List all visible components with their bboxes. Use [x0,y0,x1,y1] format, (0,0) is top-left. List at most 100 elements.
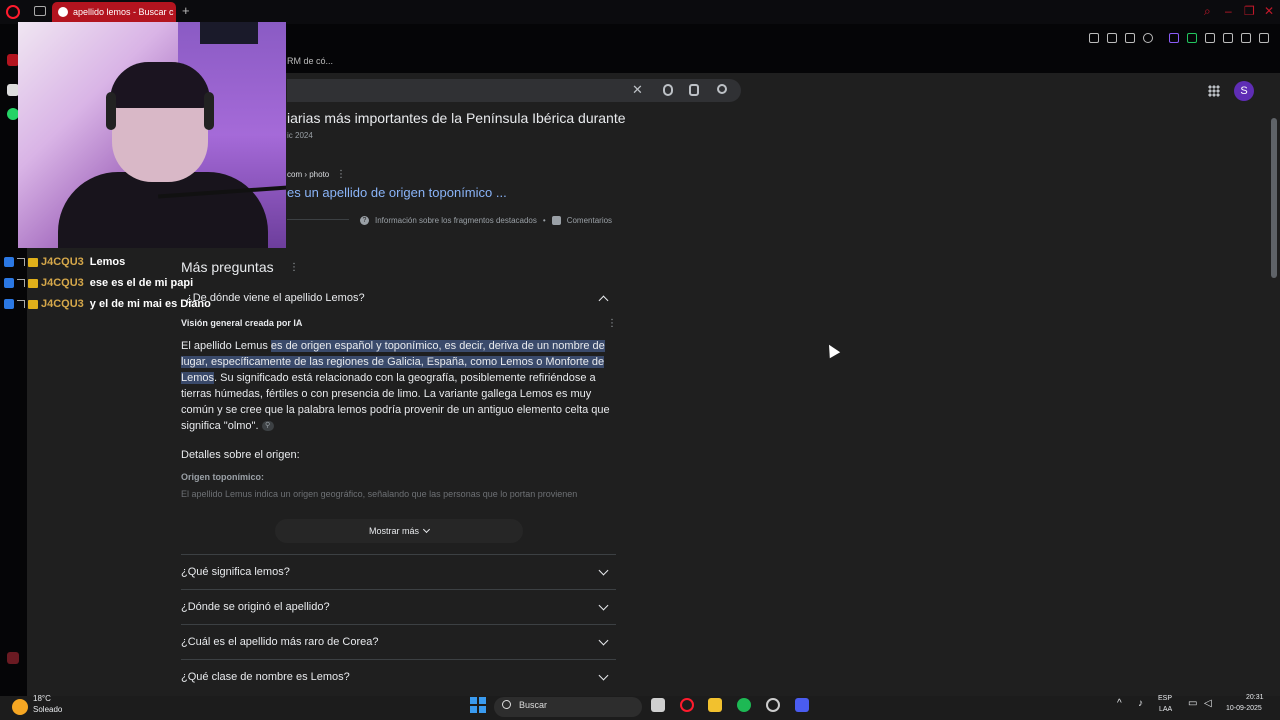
tab-google-search[interactable]: apellido lemos - Buscar c [52,2,176,22]
taskbar-search[interactable] [494,697,642,717]
account-icon[interactable] [1223,33,1233,43]
ai-overview-text: El apellido Lemus es de origen español y… [181,340,610,432]
details-title: Detalles sobre el origen: [181,449,300,461]
language-layout[interactable]: LAA [1159,706,1172,713]
link-icon[interactable]: ⚲ [261,421,274,432]
google-apps-icon[interactable] [1208,85,1220,97]
language-code[interactable]: ESP [1158,695,1172,702]
opera-logo-icon[interactable] [6,5,20,19]
chat-message: J4CQU3 ese es el de mi papi [4,275,193,291]
minimize-icon[interactable]: – [1225,4,1232,18]
crown-badge-icon [28,257,38,267]
question-row[interactable]: ¿Dónde se originó el apellido? [181,590,616,625]
crown-badge-icon [28,278,38,288]
chevron-down-icon [598,635,609,646]
search-icon[interactable] [717,84,727,94]
ai-overview-label: Visión general creada por IA [181,318,303,328]
result-date: ic 2024 [287,131,313,140]
headphones-icon [106,92,116,130]
chevron-down-icon [598,600,609,611]
windows-start-icon[interactable] [470,697,486,713]
search-icon [502,700,511,709]
chevron-down-icon [598,565,609,576]
arrow-badge-icon [17,279,25,287]
steam-icon[interactable] [766,698,780,712]
avatar[interactable]: S [1234,81,1254,101]
chat-text: Lemos [89,256,126,268]
new-tab-button[interactable]: + [182,3,190,18]
search-tabs-icon[interactable]: ⌕ [1204,4,1211,19]
chat-message: J4CQU3 y el de mi mai es Diano [4,296,211,312]
chat-username: J4CQU3 [41,298,84,310]
network-icon[interactable]: ▭ [1188,698,1197,709]
chat-text: ese es el de mi papi [89,277,194,289]
volume-icon[interactable]: ◁ [1204,698,1212,709]
question-row[interactable]: ¿Cuál es el apellido más raro de Corea? [181,625,616,660]
badge-icon [4,278,14,288]
people-also-ask-title: Más preguntas [181,259,274,275]
chat-username: J4CQU3 [41,256,84,268]
divider [287,219,349,220]
page-scrollbar[interactable] [1271,118,1277,278]
tray-chevron-icon[interactable]: ^ [1117,698,1122,709]
extension-icon[interactable] [1169,33,1179,43]
paa-options-icon[interactable]: ⋮ [289,262,299,273]
clock-date[interactable]: 10-09-2025 [1226,705,1262,712]
webcam-overlay [18,22,286,248]
badge-icon [4,257,14,267]
result-link[interactable]: es un apellido de origen toponímico ... [287,185,507,200]
opera-gx-taskbar-icon[interactable] [680,698,694,712]
pin-icon[interactable] [1089,33,1099,43]
badge-icon [4,299,14,309]
arrow-badge-icon [17,258,25,266]
tab-title: apellido lemos - Buscar c [73,7,174,17]
file-explorer-icon[interactable] [708,698,722,712]
comments-link[interactable]: Comentarios [567,216,612,225]
gx-icon[interactable] [7,652,19,664]
result-source[interactable]: com › photo [287,170,329,179]
snippet-info-row: ? Información sobre los fragmentos desta… [360,216,612,225]
task-view-icon[interactable] [651,698,665,712]
help-icon: ? [360,216,369,225]
weather-sun-icon[interactable] [12,699,28,715]
voice-search-icon[interactable] [663,84,673,96]
google-lens-icon[interactable] [689,84,699,96]
fade-overlay [180,496,620,514]
chat-username: J4CQU3 [41,277,84,289]
chat-message: J4CQU3 Lemos [4,254,125,270]
snippet-info-link[interactable]: Información sobre los fragmentos destaca… [375,216,537,225]
extension-green-icon[interactable] [1187,33,1197,43]
overview-options-icon[interactable]: ⋮ [607,318,617,329]
comment-icon [551,216,561,225]
maximize-icon[interactable]: ❐ [1244,4,1255,18]
weather-desc[interactable]: Soleado [33,705,62,714]
snapshot-icon[interactable] [1107,33,1117,43]
chat-text: y el de mi mai es Diano [89,298,211,310]
app-icon[interactable] [795,698,809,712]
workspace-icon[interactable] [34,6,46,16]
more-options-icon[interactable]: ⋮ [336,169,346,180]
spotify-icon[interactable] [737,698,751,712]
menu-icon[interactable] [1259,33,1269,43]
open-question[interactable]: ¿De dónde viene el apellido Lemos? [186,292,365,304]
question-row[interactable]: ¿Qué significa lemos? [181,555,616,590]
taskbar-search-label: Buscar [519,700,548,710]
bookmark-item[interactable]: RM de có... [287,56,333,66]
arrow-badge-icon [17,300,25,308]
clock-time[interactable]: 20:31 [1246,694,1264,701]
tab-bar: apellido lemos - Buscar c + ⌕ – ❐ ✕ [0,0,1280,24]
clear-search-icon[interactable]: ✕ [632,82,643,98]
google-favicon-icon [58,7,68,17]
show-more-button[interactable]: Mostrar más [275,519,523,543]
download-icon[interactable] [1241,33,1251,43]
puzzle-icon[interactable] [1205,33,1215,43]
crown-badge-icon [28,299,38,309]
heart-icon[interactable] [1143,33,1153,43]
mic-tray-icon[interactable]: ♪ [1138,698,1143,709]
question-row[interactable]: ¿Qué clase de nombre es Lemos? [181,660,616,696]
origin-title: Origen toponímico: [181,472,264,482]
weather-temp[interactable]: 18°C [33,694,51,703]
close-window-icon[interactable]: ✕ [1264,4,1274,18]
result-title[interactable]: iarias más importantes de la Península I… [287,110,626,126]
player-icon[interactable] [1125,33,1135,43]
